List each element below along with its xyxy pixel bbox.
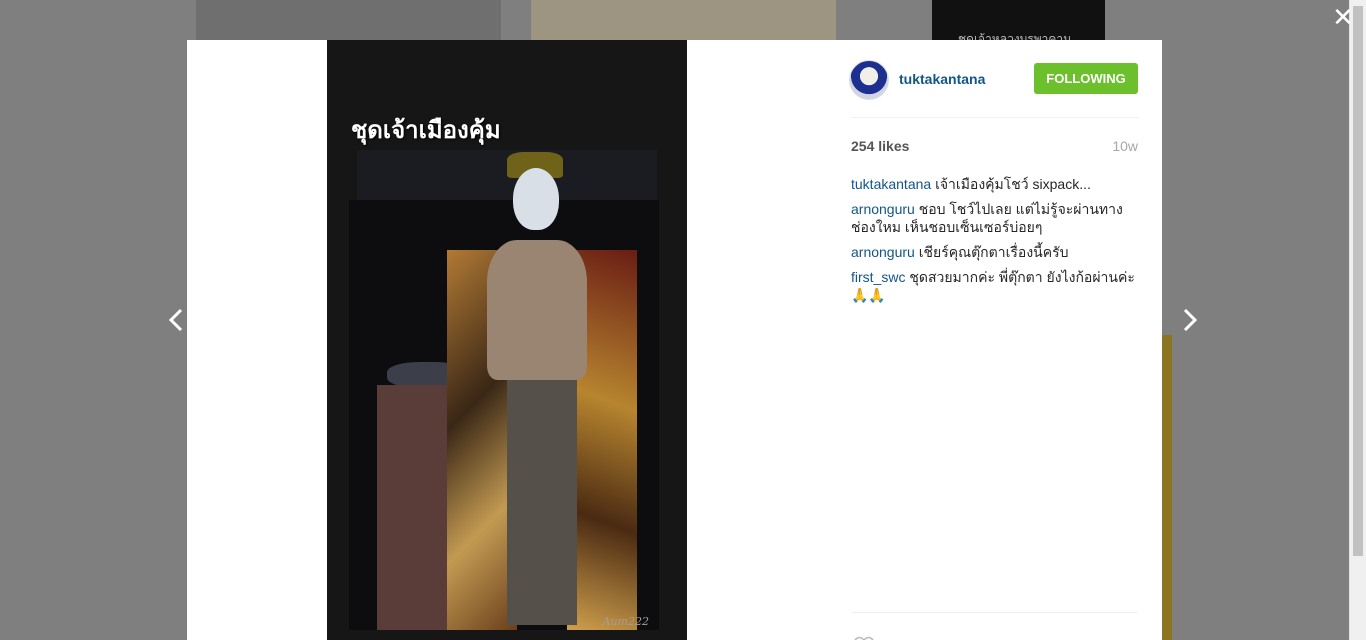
- post-timestamp[interactable]: 10w: [1112, 138, 1138, 154]
- background-tile-text: ชุดเจ้าหลวงบรพาคาม: [958, 32, 1072, 40]
- comment-text: เชียร์คุณตุ๊กตาเรื่องนี้ครับ: [918, 244, 1069, 260]
- heart-icon[interactable]: [851, 635, 877, 640]
- post-modal: ชุดเจ้าเมืองคุ้ม Aum222 tuktakantana FOL…: [187, 40, 1162, 640]
- scrollbar-thumb[interactable]: [1353, 6, 1363, 556]
- comment-item: first_swc ชุดสวยมากค่ะ พี่ตุ๊กตา ยังไงก้…: [851, 268, 1138, 304]
- comment-item: arnonguru เชียร์คุณตุ๊กตาเรื่องนี้ครับ: [851, 243, 1138, 261]
- chevron-left-icon: [168, 308, 183, 332]
- comment-author[interactable]: first_swc: [851, 269, 905, 285]
- photo-sarong: [507, 380, 577, 625]
- photo-area: ชุดเจ้าเมืองคุ้ม Aum222: [187, 40, 827, 640]
- photo-title-text: ชุดเจ้าเมืองคุ้ม: [351, 117, 501, 144]
- avatar[interactable]: [849, 60, 889, 100]
- comment-text: เจ้าเมืองคุ้มโชว์ sixpack...: [935, 176, 1091, 192]
- page-scrollbar[interactable]: [1349, 0, 1366, 640]
- next-post-button[interactable]: [1178, 302, 1202, 338]
- post-actions: [851, 612, 1138, 640]
- comment-author[interactable]: arnonguru: [851, 244, 915, 260]
- chevron-right-icon: [1183, 308, 1198, 332]
- likes-count[interactable]: 254 likes: [851, 138, 909, 154]
- post-sidebar: tuktakantana FOLLOWING 254 likes 10w tuk…: [849, 40, 1138, 640]
- following-button[interactable]: FOLLOWING: [1034, 63, 1138, 94]
- photo-mannequin-head: [513, 168, 559, 230]
- post-author-username[interactable]: tuktakantana: [899, 71, 985, 87]
- close-button[interactable]: ✕: [1330, 4, 1356, 30]
- photo-signature: Aum222: [602, 615, 649, 628]
- previous-post-button[interactable]: [164, 302, 188, 338]
- background-post-thumbnail[interactable]: [531, 0, 836, 40]
- photo-mannequin-torso: [487, 240, 587, 380]
- background-post-thumbnail[interactable]: [196, 0, 501, 40]
- background-post-thumbnail[interactable]: ชุดเจ้าหลวงบรพาคาม: [932, 0, 1105, 40]
- comment-item: arnonguru ชอบ โชว์ไปเลย แต่ไม่รู้จะผ่านท…: [851, 200, 1138, 236]
- post-header: tuktakantana FOLLOWING: [849, 40, 1138, 118]
- background-post-thumbnail[interactable]: [1162, 335, 1172, 640]
- comment-author[interactable]: arnonguru: [851, 201, 915, 217]
- comment-list: tuktakantana เจ้าเมืองคุ้มโชว์ sixpack..…: [851, 175, 1138, 311]
- comment-item: tuktakantana เจ้าเมืองคุ้มโชว์ sixpack..…: [851, 175, 1138, 193]
- post-photo[interactable]: ชุดเจ้าเมืองคุ้ม Aum222: [327, 40, 687, 640]
- comment-author[interactable]: tuktakantana: [851, 176, 931, 192]
